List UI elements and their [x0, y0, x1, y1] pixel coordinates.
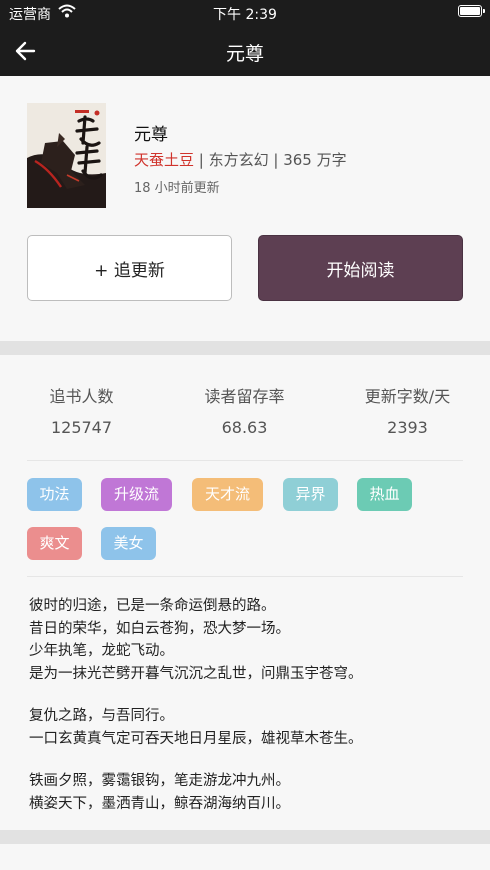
stat-words-per-day: 更新字数/天 2393 [326, 383, 489, 437]
tag-chip[interactable]: 异界 [283, 478, 338, 511]
tag-chip[interactable]: 美女 [101, 527, 156, 560]
book-synopsis: 彼时的归途，已是一条命运倒悬的路。 昔日的荣华，如白云苍狗，恐大梦一场。 少年执… [29, 595, 469, 815]
page-title: 元尊 [225, 43, 264, 65]
book-title: 元尊 [134, 125, 168, 145]
synopsis-line: 少年执笔，龙蛇飞动。 [29, 643, 174, 659]
book-genre-wordcount: | 东方玄幻 | 365 万字 [194, 151, 347, 169]
section-divider [0, 830, 490, 844]
tag-chip[interactable]: 热血 [357, 478, 412, 511]
section-divider [0, 341, 490, 355]
clock: 下午 2:39 [213, 7, 277, 23]
stat-value: 68.63 [221, 418, 268, 437]
tag-chip[interactable]: 爽文 [27, 527, 82, 560]
author-link[interactable]: 天蚕土豆 [134, 151, 194, 169]
synopsis-line: 复仇之路，与吾同行。 [29, 708, 174, 724]
stat-label: 读者留存率 [204, 387, 285, 406]
synopsis-line: 昔日的荣华，如白云苍狗，恐大梦一场。 [29, 620, 290, 637]
stat-value: 125747 [50, 418, 113, 437]
synopsis-line: 铁画夕照，雾霭银钩，笔走游龙冲九州。 [29, 773, 290, 789]
next-section-card [0, 844, 490, 870]
nav-bar: 元尊 [0, 26, 490, 76]
stat-retention: 读者留存率 68.63 [163, 383, 326, 437]
book-detail-card: 追书人数 125747 读者留存率 68.63 更新字数/天 2393 功法 升… [0, 355, 490, 830]
stat-label: 更新字数/天 [364, 387, 451, 406]
battery-icon [458, 5, 485, 17]
synopsis-line: 是为一抹光芒劈开暮气沉沉之乱世，问鼎玉宇苍穹。 [29, 665, 363, 682]
start-reading-button[interactable]: 开始阅读 [258, 235, 463, 301]
book-cover[interactable] [27, 103, 106, 208]
stat-value: 2393 [387, 418, 428, 437]
status-bar: 运营商 下午 2:39 [0, 0, 490, 26]
stat-label: 追书人数 [49, 387, 114, 406]
divider-line [27, 460, 463, 461]
update-time: 18 小时前更新 [134, 181, 220, 196]
book-meta: 天蚕土豆 | 东方玄幻 | 365 万字 [134, 149, 347, 170]
divider-line [27, 576, 463, 577]
follow-updates-button[interactable]: + 追更新 [27, 235, 232, 301]
synopsis-line: 彼时的归途，已是一条命运倒悬的路。 [29, 598, 276, 614]
synopsis-line: 横姿天下，墨洒青山，鲸吞湖海纳百川。 [29, 795, 290, 812]
book-info-card: 元尊 天蚕土豆 | 东方玄幻 | 365 万字 18 小时前更新 + 追更新 开… [0, 76, 490, 341]
tag-chip[interactable]: 天才流 [192, 478, 263, 511]
synopsis-line: 一口玄黄真气定可吞天地日月星辰，雄视草木苍生。 [29, 730, 363, 747]
tag-chip[interactable]: 功法 [27, 478, 82, 511]
stat-followers: 追书人数 125747 [0, 383, 163, 437]
tag-chip[interactable]: 升级流 [101, 478, 172, 511]
